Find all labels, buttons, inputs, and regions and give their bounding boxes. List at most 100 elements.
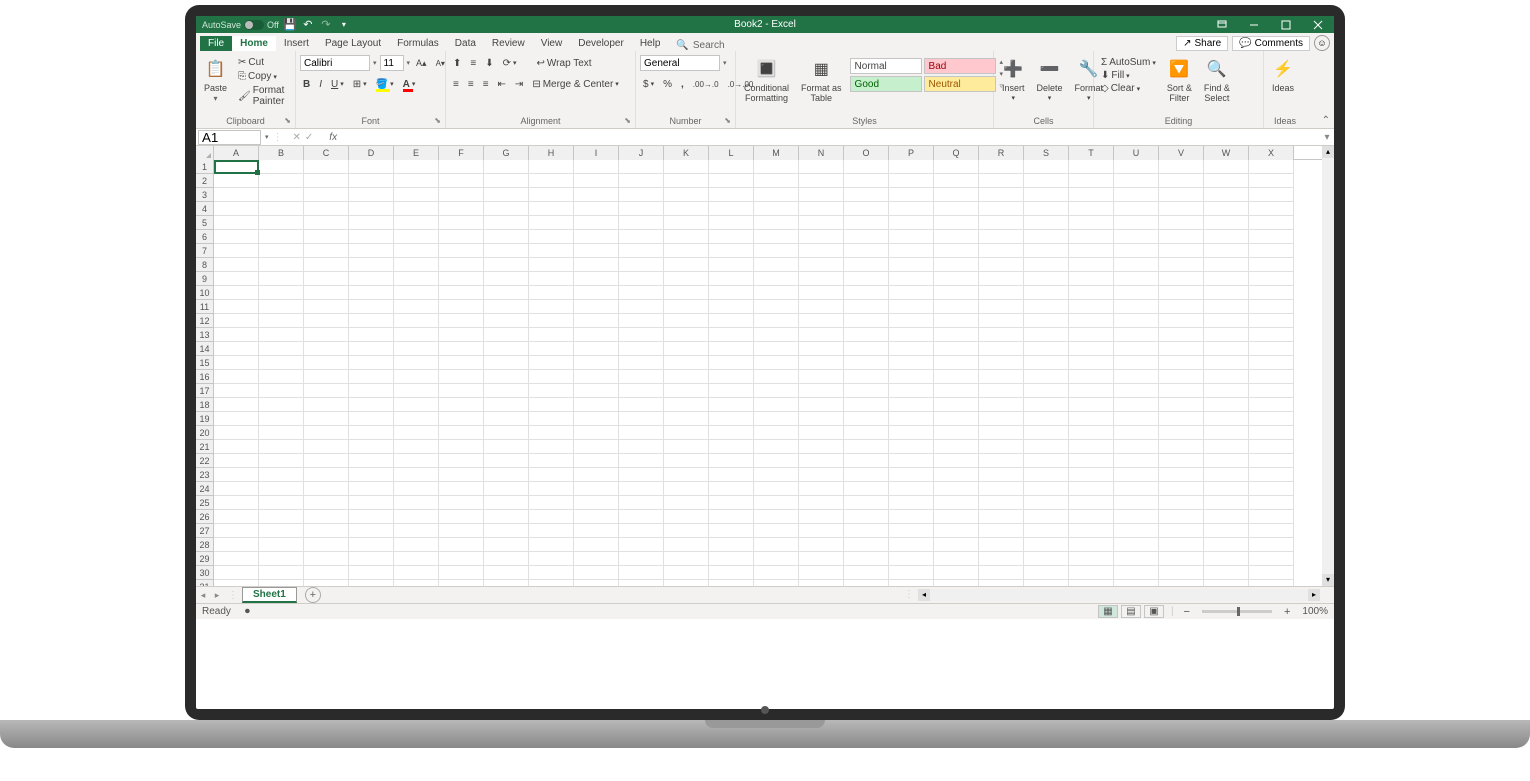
sheet-tab[interactable]: Sheet1 [242,587,297,603]
cell[interactable] [439,454,484,468]
tab-formulas[interactable]: Formulas [389,36,447,51]
cell[interactable] [844,174,889,188]
cell[interactable] [844,216,889,230]
cell[interactable] [259,258,304,272]
row-header[interactable]: 14 [196,342,214,356]
cell[interactable] [934,160,979,174]
cell[interactable] [979,412,1024,426]
cell[interactable] [304,482,349,496]
cell[interactable] [1114,370,1159,384]
cell[interactable] [439,202,484,216]
cell[interactable] [979,328,1024,342]
cell[interactable] [214,328,259,342]
cell[interactable] [1024,258,1069,272]
qat-dropdown-icon[interactable]: ▾ [337,18,351,32]
cell[interactable] [484,566,529,580]
row-header[interactable]: 8 [196,258,214,272]
cell[interactable] [259,412,304,426]
cell[interactable] [304,356,349,370]
tell-me-search[interactable]: 🔍 Search [668,40,732,51]
tab-data[interactable]: Data [447,36,484,51]
cell[interactable] [214,300,259,314]
cell[interactable] [304,244,349,258]
cell[interactable] [889,538,934,552]
cell[interactable] [529,384,574,398]
select-all-button[interactable] [196,146,214,160]
align-right-icon[interactable]: ≡ [480,78,492,91]
cell[interactable] [574,216,619,230]
cell[interactable] [574,482,619,496]
cell[interactable] [979,482,1024,496]
cell[interactable] [709,496,754,510]
tab-insert[interactable]: Insert [276,36,317,51]
cell[interactable] [349,510,394,524]
cell[interactable] [1024,468,1069,482]
cell[interactable] [709,244,754,258]
cell-style-neutral[interactable]: Neutral [924,76,996,92]
cell[interactable] [439,370,484,384]
cell[interactable] [799,510,844,524]
zoom-in-button[interactable]: + [1281,606,1293,618]
cell[interactable] [529,398,574,412]
cell[interactable] [844,426,889,440]
cell[interactable] [439,216,484,230]
cell[interactable] [1024,314,1069,328]
cell[interactable] [214,188,259,202]
cell[interactable] [799,552,844,566]
cell[interactable] [574,160,619,174]
cell[interactable] [1204,370,1249,384]
cell[interactable] [259,524,304,538]
cell[interactable] [934,426,979,440]
cell[interactable] [1069,286,1114,300]
cell[interactable] [844,510,889,524]
cell[interactable] [214,272,259,286]
cell[interactable] [259,398,304,412]
cell[interactable] [1024,482,1069,496]
cell[interactable] [1159,328,1204,342]
cell[interactable] [394,216,439,230]
cell[interactable] [1204,160,1249,174]
cell[interactable] [1069,258,1114,272]
column-header[interactable]: B [259,146,304,160]
cell[interactable] [349,524,394,538]
cell[interactable] [844,314,889,328]
cell[interactable] [1114,314,1159,328]
cell[interactable] [394,188,439,202]
cell[interactable] [1114,468,1159,482]
cell[interactable] [214,468,259,482]
cell[interactable] [1069,426,1114,440]
tab-developer[interactable]: Developer [570,36,632,51]
cell[interactable] [664,216,709,230]
cell[interactable] [979,216,1024,230]
cell[interactable] [754,566,799,580]
cell[interactable] [349,160,394,174]
cell[interactable] [664,328,709,342]
cell[interactable] [979,384,1024,398]
cell[interactable] [214,566,259,580]
cell[interactable] [709,552,754,566]
cell[interactable] [1114,426,1159,440]
cell[interactable] [799,440,844,454]
cell[interactable] [1249,482,1294,496]
cell[interactable] [1204,566,1249,580]
cell[interactable] [529,258,574,272]
cell[interactable] [934,328,979,342]
cell[interactable] [259,426,304,440]
cell[interactable] [1204,398,1249,412]
cell[interactable] [799,286,844,300]
cell[interactable] [439,160,484,174]
cell[interactable] [1249,188,1294,202]
cell[interactable] [1114,538,1159,552]
cell[interactable] [574,370,619,384]
cell[interactable] [1069,188,1114,202]
cell[interactable] [664,496,709,510]
cell[interactable] [889,342,934,356]
cell[interactable] [214,356,259,370]
cell[interactable] [844,370,889,384]
cell[interactable] [1159,188,1204,202]
cell[interactable] [1249,314,1294,328]
row-header[interactable]: 13 [196,328,214,342]
tab-file[interactable]: File [200,36,232,51]
cell[interactable] [1204,524,1249,538]
cell[interactable] [1204,230,1249,244]
